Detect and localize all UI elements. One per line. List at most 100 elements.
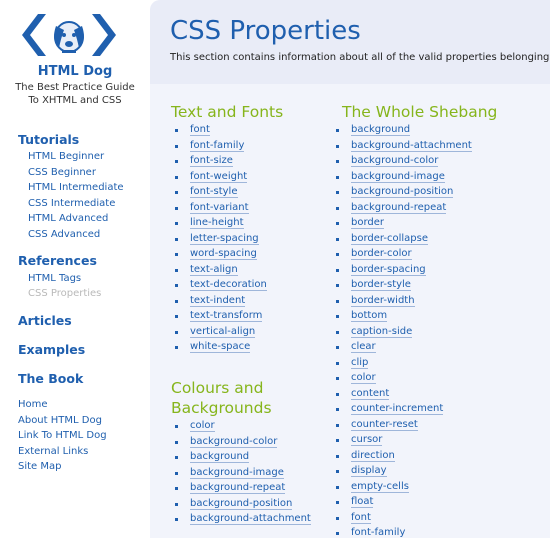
property-link[interactable]: background — [351, 124, 411, 136]
nav-link-html-tags[interactable]: HTML Tags — [28, 273, 81, 284]
property-link[interactable]: font-variant — [190, 201, 249, 214]
section-title-colours-line-2: Backgrounds — [171, 399, 272, 417]
property-link[interactable]: background-color — [190, 435, 278, 448]
property-list-item: text-transform — [172, 308, 267, 324]
property-list-item: font — [333, 510, 472, 526]
property-link[interactable]: border-style — [351, 279, 411, 291]
page-header: CSS Properties This section contains inf… — [150, 0, 550, 84]
property-list-item: background-attachment — [172, 511, 311, 527]
nav-link-css-intermediate[interactable]: CSS Intermediate — [28, 198, 115, 209]
property-link[interactable]: border-spacing — [351, 263, 426, 276]
property-link[interactable]: vertical-align — [190, 325, 256, 338]
property-link[interactable]: empty-cells — [351, 480, 409, 493]
property-list-item: content — [333, 386, 472, 402]
property-link[interactable]: line-height — [190, 217, 244, 229]
property-link[interactable]: white-space — [190, 341, 251, 353]
property-list-item: background-attachment — [333, 138, 472, 154]
nav-heading-articles[interactable]: Articles — [18, 313, 72, 328]
property-link[interactable]: display — [351, 465, 387, 477]
property-link[interactable]: border-color — [351, 248, 412, 260]
property-list-item: background-repeat — [172, 480, 311, 496]
property-list-item: border-spacing — [333, 262, 472, 278]
property-list-item: counter-reset — [333, 417, 472, 433]
property-list-item: background-color — [172, 434, 311, 450]
footer-link-home[interactable]: Home — [18, 399, 48, 410]
property-link[interactable]: background-repeat — [190, 482, 286, 494]
property-link[interactable]: bottom — [351, 310, 388, 322]
html-dog-logo-icon[interactable] — [18, 10, 120, 60]
property-link[interactable]: font — [351, 511, 371, 524]
property-link[interactable]: color — [190, 420, 215, 432]
property-link[interactable]: font-size — [190, 155, 233, 167]
property-list-item: line-height — [172, 215, 267, 231]
property-link[interactable]: font-style — [190, 186, 238, 198]
property-link[interactable]: clear — [351, 341, 376, 353]
property-link[interactable]: caption-side — [351, 325, 413, 338]
property-list-item: background-position — [172, 496, 311, 512]
property-list-item: border-collapse — [333, 231, 472, 247]
property-link[interactable]: border-collapse — [351, 232, 428, 245]
property-link[interactable]: font-family — [351, 527, 406, 538]
property-link[interactable]: background-image — [351, 170, 445, 183]
property-list-item: text-indent — [172, 293, 267, 309]
property-link[interactable]: border — [351, 217, 385, 229]
footer-link-external-links[interactable]: External Links — [18, 446, 88, 457]
nav-link-html-intermediate[interactable]: HTML Intermediate — [28, 182, 124, 193]
nav-link-html-beginner[interactable]: HTML Beginner — [28, 151, 104, 162]
property-list-item: font-variant — [172, 200, 267, 216]
property-link[interactable]: counter-increment — [351, 403, 444, 415]
nav-link-css-advanced[interactable]: CSS Advanced — [28, 229, 100, 240]
main-content: CSS Properties This section contains inf… — [150, 0, 550, 538]
property-link[interactable]: background-color — [351, 155, 439, 167]
property-list-item: border-style — [333, 277, 472, 293]
property-list-item: background-image — [172, 465, 311, 481]
property-list-item: font — [172, 122, 267, 138]
property-link[interactable]: float — [351, 496, 374, 508]
footer-link-site-map[interactable]: Site Map — [18, 461, 61, 472]
property-link[interactable]: counter-reset — [351, 418, 418, 431]
nav-heading-references[interactable]: References — [18, 253, 97, 268]
property-list-item: background-repeat — [333, 200, 472, 216]
property-link[interactable]: text-transform — [190, 310, 263, 322]
property-link[interactable]: clip — [351, 356, 369, 369]
property-link[interactable]: background-attachment — [351, 139, 472, 152]
property-list-item: background-image — [333, 169, 472, 185]
property-link[interactable]: background — [190, 451, 250, 463]
brand-name: HTML Dog — [37, 64, 113, 79]
property-link[interactable]: text-align — [190, 263, 238, 276]
property-link[interactable]: font-family — [190, 139, 245, 152]
property-link[interactable]: background-repeat — [351, 201, 447, 214]
property-list-item: background — [172, 449, 311, 465]
property-link[interactable]: font-weight — [190, 170, 248, 183]
text-fonts-list: font font-family font-size font-weight font-… — [172, 122, 267, 355]
property-link[interactable]: background-attachment — [190, 513, 311, 525]
footer-link-link-to-html-dog[interactable]: Link To HTML Dog — [18, 430, 107, 441]
page-title: CSS Properties — [170, 16, 361, 46]
property-list-item: display — [333, 463, 472, 479]
property-list-item: border — [333, 215, 472, 231]
property-link[interactable]: text-indent — [190, 294, 246, 307]
property-link[interactable]: direction — [351, 449, 395, 462]
property-link[interactable]: background-position — [351, 186, 454, 198]
property-link[interactable]: cursor — [351, 434, 383, 446]
property-link[interactable]: content — [351, 387, 390, 400]
property-link[interactable]: word-spacing — [190, 248, 257, 260]
nav-link-html-advanced[interactable]: HTML Advanced — [28, 213, 108, 224]
property-link[interactable]: color — [351, 372, 376, 384]
property-list-item: direction — [333, 448, 472, 464]
section-title-colours: Colours and Backgrounds — [171, 378, 272, 418]
nav-link-css-beginner[interactable]: CSS Beginner — [28, 167, 96, 178]
property-link[interactable]: font — [190, 124, 210, 136]
nav-heading-the-book[interactable]: The Book — [18, 371, 83, 386]
nav-link-css-properties-current: CSS Properties — [28, 288, 102, 299]
shebang-list: background background-attachment backgroun… — [333, 122, 472, 538]
nav-heading-tutorials[interactable]: Tutorials — [18, 132, 79, 147]
nav-heading-examples[interactable]: Examples — [18, 342, 85, 357]
property-link[interactable]: border-width — [351, 294, 415, 307]
footer-link-about[interactable]: About HTML Dog — [18, 415, 102, 426]
property-link[interactable]: letter-spacing — [190, 232, 259, 245]
property-link[interactable]: background-position — [190, 497, 293, 510]
property-link[interactable]: text-decoration — [190, 279, 267, 291]
tagline-line-1: The Best Practice Guide — [15, 82, 135, 93]
property-link[interactable]: background-image — [190, 466, 284, 479]
